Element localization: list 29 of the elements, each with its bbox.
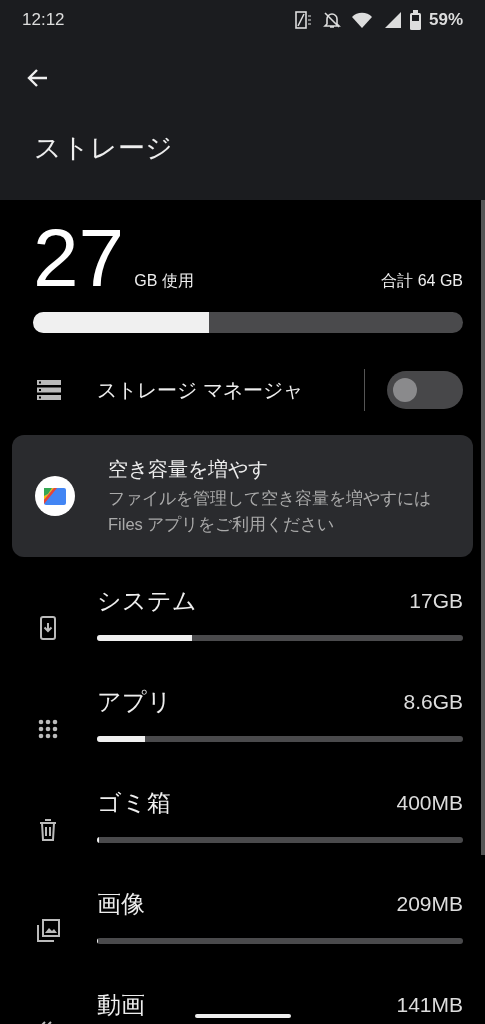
photo-library-icon (35, 918, 61, 944)
storage-manager-label: ストレージ マネージャ (97, 377, 304, 403)
used-amount: 27 (33, 222, 125, 294)
category-name[interactable]: 画像 (97, 888, 145, 920)
files-app-icon (34, 475, 76, 517)
category-name[interactable]: アプリ (97, 686, 172, 718)
bell-off-icon (321, 10, 342, 30)
storage-list-icon (36, 379, 62, 401)
clock: 12:12 (22, 10, 65, 30)
storage-manager-switch[interactable] (387, 371, 463, 409)
gesture-handle[interactable] (195, 1014, 291, 1018)
signal-icon (383, 11, 402, 29)
page-title: ストレージ (34, 132, 173, 165)
battery-percentage: 59% (428, 10, 463, 30)
category-size: 141MB (396, 993, 463, 1017)
used-unit: GB 使用 (134, 271, 194, 291)
category-size: 17GB (409, 589, 463, 613)
category-size: 400MB (396, 791, 463, 815)
rotate-icon (293, 10, 314, 30)
battery-icon (409, 10, 421, 30)
card-description: ファイルを管理して空き容量を増やすには Files アプリをご利用ください (108, 487, 432, 535)
category-size: 209MB (396, 892, 463, 916)
category-size: 8.6GB (403, 690, 463, 714)
category-name[interactable]: 動画 (97, 989, 145, 1021)
card-title: 空き容量を増やす (108, 456, 269, 482)
category-name[interactable]: ゴミ箱 (97, 787, 171, 819)
total-capacity: 合計 64 GB (381, 271, 463, 291)
free-up-space-card[interactable]: 空き容量を増やす ファイルを管理して空き容量を増やすには Files アプリをご利用ください (12, 435, 473, 557)
category-name[interactable]: システム (97, 585, 197, 617)
